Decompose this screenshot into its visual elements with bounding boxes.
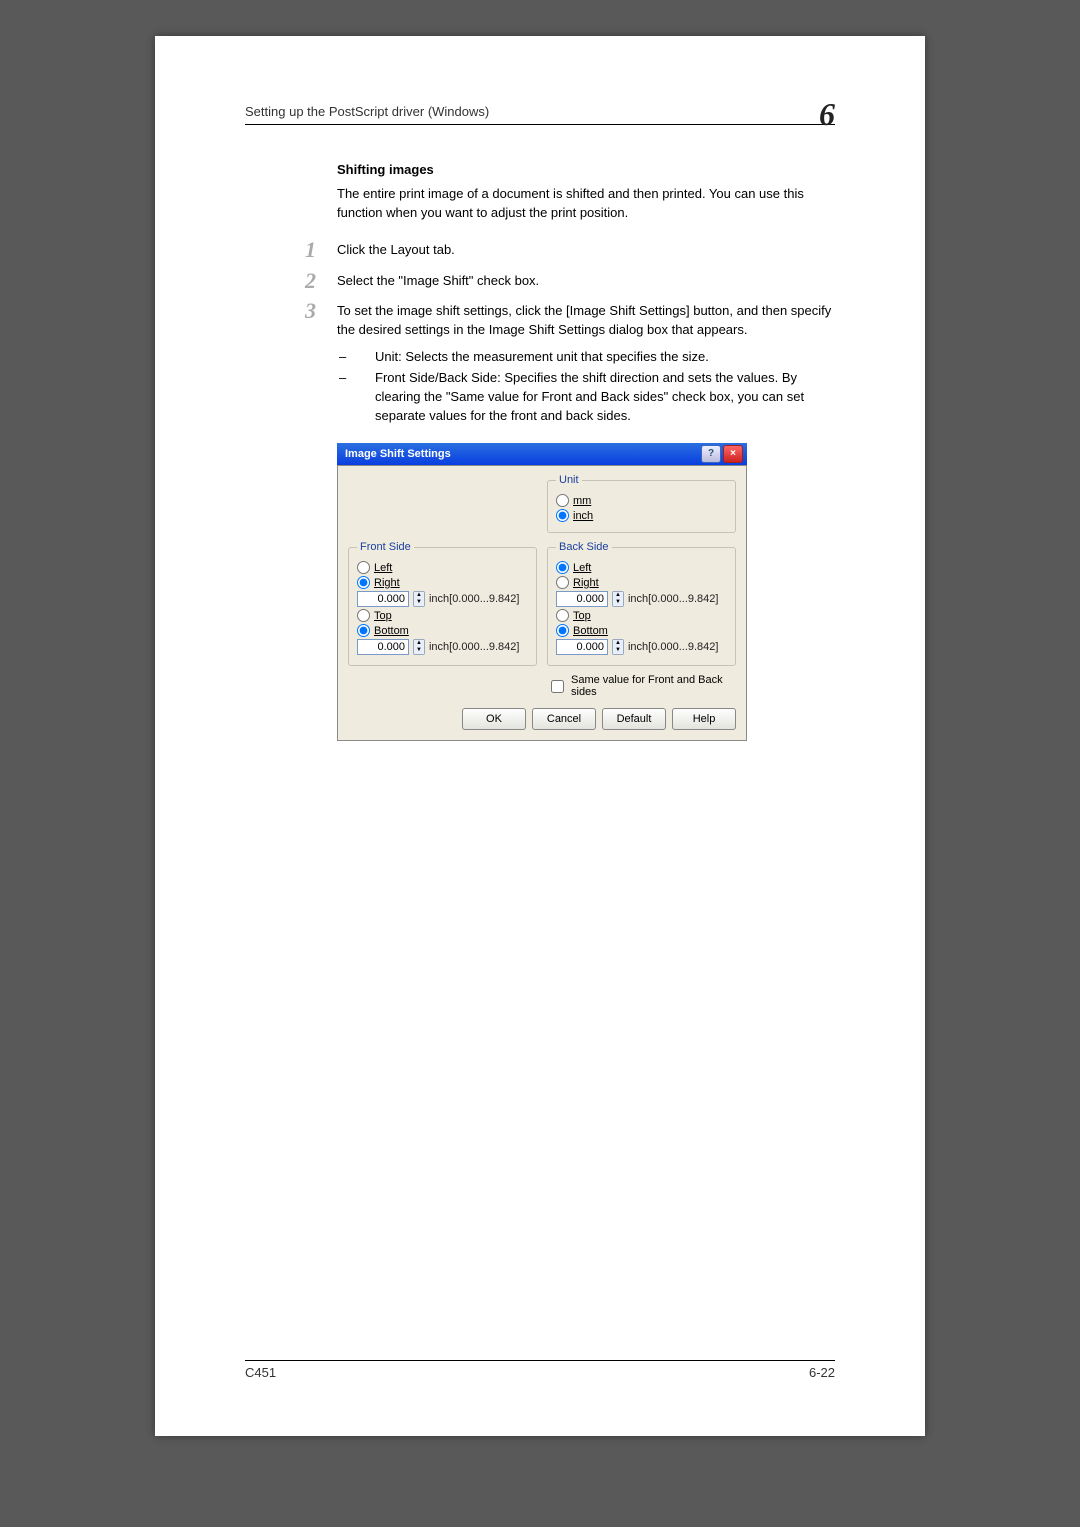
radio-back-bottom[interactable]: Bottom [556,624,727,637]
back-h-value-row: ▲▼ inch[0.000...9.842] [556,591,727,607]
body: Shifting images The entire print image o… [245,162,835,741]
dialog-titlebar[interactable]: Image Shift Settings ? × [337,443,747,465]
back-v-range: inch[0.000...9.842] [628,641,719,653]
back-bottom-label: Bottom [573,625,608,637]
bullet-unit: Unit: Selects the measurement unit that … [357,348,835,367]
back-top-label: Top [573,610,591,622]
chapter-number: 6 [819,96,835,133]
default-button[interactable]: Default [602,708,666,730]
radio-front-right[interactable]: Right [357,576,528,589]
front-v-value-row: ▲▼ inch[0.000...9.842] [357,639,528,655]
radio-mm-label: mm [573,495,591,507]
help-button[interactable]: Help [672,708,736,730]
cancel-button[interactable]: Cancel [532,708,596,730]
bullet-sides: Front Side/Back Side: Specifies the shif… [357,369,835,426]
front-h-value-row: ▲▼ inch[0.000...9.842] [357,591,528,607]
footer-page: 6-22 [809,1365,835,1380]
footer: C451 6-22 [245,1360,835,1380]
step-3-sublist: Unit: Selects the measurement unit that … [357,348,835,425]
page: Setting up the PostScript driver (Window… [155,36,925,1436]
step-3: To set the image shift settings, click t… [337,302,835,340]
dialog-body: Unit mm inch Front Side Left Right [337,465,747,741]
radio-back-left[interactable]: Left [556,561,727,574]
radio-back-right[interactable]: Right [556,576,727,589]
radio-inch-label: inch [573,510,593,522]
front-v-range: inch[0.000...9.842] [429,641,520,653]
close-icon[interactable]: × [723,445,743,463]
front-side-group: Front Side Left Right ▲▼ inch[0.000...9.… [348,541,537,666]
back-right-label: Right [573,577,599,589]
radio-mm[interactable]: mm [556,494,727,507]
footer-model: C451 [245,1365,276,1380]
header-section: Setting up the PostScript driver (Window… [245,104,489,119]
front-h-range: inch[0.000...9.842] [429,593,520,605]
header-rule [245,124,835,125]
spinner-icon[interactable]: ▲▼ [413,591,425,607]
dialog-button-row: OK Cancel Default Help [348,708,736,730]
dialog-title: Image Shift Settings [341,443,699,465]
back-side-group: Back Side Left Right ▲▼ inch[0.000...9.8… [547,541,736,666]
same-value-checkbox[interactable]: Same value for Front and Back sides [547,674,736,698]
radio-front-left[interactable]: Left [357,561,528,574]
front-top-label: Top [374,610,392,622]
front-right-label: Right [374,577,400,589]
step-2: Select the "Image Shift" check box. [337,272,835,291]
front-bottom-label: Bottom [374,625,409,637]
back-v-value-row: ▲▼ inch[0.000...9.842] [556,639,727,655]
back-h-input[interactable] [556,591,608,607]
spinner-icon[interactable]: ▲▼ [612,639,624,655]
unit-legend: Unit [556,474,582,486]
front-left-label: Left [374,562,392,574]
back-h-range: inch[0.000...9.842] [628,593,719,605]
section-heading: Shifting images [337,162,835,177]
front-legend: Front Side [357,541,414,553]
spinner-icon[interactable]: ▲▼ [413,639,425,655]
back-legend: Back Side [556,541,612,553]
step-list: Click the Layout tab. Select the "Image … [245,241,835,426]
intro-paragraph: The entire print image of a document is … [337,185,835,223]
front-v-input[interactable] [357,639,409,655]
radio-back-top[interactable]: Top [556,609,727,622]
front-h-input[interactable] [357,591,409,607]
image-shift-dialog: Image Shift Settings ? × Unit mm inch [337,443,747,741]
radio-inch[interactable]: inch [556,509,727,522]
step-1: Click the Layout tab. [337,241,835,260]
spinner-icon[interactable]: ▲▼ [612,591,624,607]
unit-group: Unit mm inch [547,474,736,533]
back-v-input[interactable] [556,639,608,655]
ok-button[interactable]: OK [462,708,526,730]
same-value-label: Same value for Front and Back sides [571,674,736,698]
radio-front-top[interactable]: Top [357,609,528,622]
radio-front-bottom[interactable]: Bottom [357,624,528,637]
help-icon[interactable]: ? [701,445,721,463]
back-left-label: Left [573,562,591,574]
